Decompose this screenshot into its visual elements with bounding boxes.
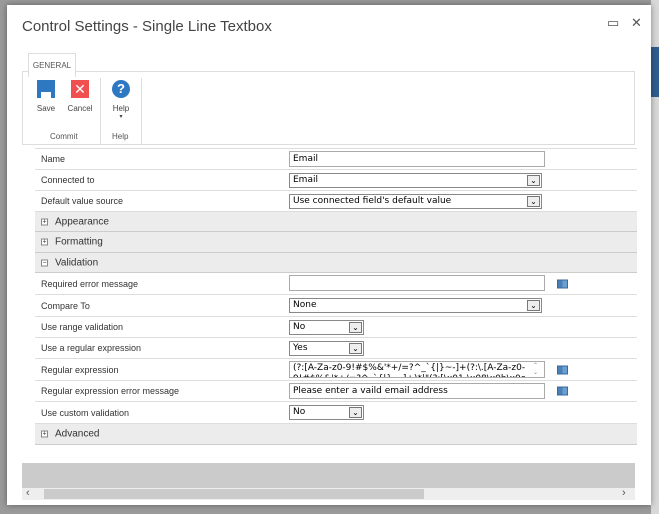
row-use-regex: Use a regular expression Yes ⌄ [35, 338, 637, 359]
chevron-down-icon: ⌄ [349, 343, 362, 354]
use-regex-value: Yes [293, 343, 308, 353]
chevron-down-icon: ⌄ [349, 322, 362, 333]
chevron-down-icon: ⌄ [527, 175, 540, 186]
control-settings-dialog: Control Settings - Single Line Textbox ▭… [7, 5, 651, 505]
row-connected: Connected to Email ⌄ [35, 170, 637, 191]
section-appearance[interactable]: + Appearance [35, 212, 637, 232]
range-select[interactable]: No ⌄ [289, 320, 364, 335]
background-page [651, 0, 659, 514]
save-icon [37, 80, 55, 98]
help-button[interactable]: ? Help ▾ [106, 80, 136, 120]
row-name: Name Email [35, 148, 637, 170]
custom-select[interactable]: No ⌄ [289, 405, 364, 420]
ribbon: Save ✕ Cancel ? Help ▾ Commit Help [22, 71, 635, 145]
use-regex-select[interactable]: Yes ⌄ [289, 341, 364, 356]
section-formatting[interactable]: + Formatting [35, 232, 637, 253]
formatting-label: Formatting [55, 236, 103, 248]
lookup-icon[interactable] [557, 279, 568, 288]
chevron-down-icon: ⌄ [527, 196, 540, 207]
compare-select[interactable]: None ⌄ [289, 298, 542, 313]
row-default-source: Default value source Use connected field… [35, 191, 637, 212]
use-regex-label: Use a regular expression [41, 343, 142, 353]
expand-icon[interactable]: + [41, 218, 48, 225]
required-msg-input[interactable] [289, 275, 545, 291]
custom-label: Use custom validation [41, 407, 130, 418]
expand-icon[interactable]: + [41, 238, 48, 246]
chevron-down-icon: ⌄ [349, 407, 362, 418]
save-label: Save [36, 104, 56, 113]
regex-msg-input[interactable]: Please enter a vaild email address [289, 383, 545, 399]
tab-general[interactable]: GENERAL [28, 53, 76, 77]
maximize-icon[interactable]: ▭ [607, 15, 619, 31]
custom-value: No [293, 407, 306, 417]
help-label: Help [112, 104, 130, 113]
name-label: Name [41, 154, 66, 164]
cancel-icon: ✕ [71, 80, 89, 98]
connected-label: Connected to [41, 175, 95, 185]
advanced-label: Advanced [55, 428, 100, 440]
textarea-scroll-arrows[interactable]: ⌃ ⌄ [533, 363, 538, 377]
horizontal-scrollbar[interactable]: ‹ › [22, 487, 635, 500]
default-source-select[interactable]: Use connected field's default value ⌄ [289, 194, 542, 209]
regex-textarea[interactable]: (?:[A-Za-z0-9!#$%&'*+/=?^_`{|}~-]+(?:\.[… [289, 361, 545, 378]
section-advanced[interactable]: + Advanced [35, 424, 637, 445]
row-range: Use range validation No ⌄ [35, 317, 637, 338]
close-icon[interactable]: ✕ [631, 15, 642, 31]
section-validation[interactable]: − Validation [35, 253, 637, 273]
collapse-icon[interactable]: − [41, 259, 48, 266]
save-button[interactable]: Save [31, 80, 61, 113]
validation-label: Validation [55, 257, 99, 268]
row-required-msg: Required error message [35, 273, 637, 295]
connected-select[interactable]: Email ⌄ [289, 173, 542, 188]
lookup-icon[interactable] [557, 365, 568, 374]
default-source-label: Default value source [41, 196, 124, 206]
compare-label: Compare To [41, 300, 90, 311]
range-value: No [293, 322, 306, 332]
dialog-footer [22, 463, 635, 488]
row-compare: Compare To None ⌄ [35, 295, 637, 317]
expand-icon[interactable]: + [41, 430, 48, 438]
regex-label: Regular expression [41, 364, 119, 375]
row-regex: Regular expression (?:[A-Za-z0-9!#$%&'*+… [35, 359, 637, 381]
connected-value: Email [293, 175, 318, 185]
default-source-value: Use connected field's default value [293, 196, 452, 206]
required-msg-label: Required error message [41, 278, 139, 289]
regex-msg-label: Regular expression error message [41, 386, 180, 396]
cancel-label: Cancel [67, 104, 93, 113]
appearance-label: Appearance [55, 216, 109, 227]
help-icon: ? [112, 80, 130, 98]
scrollbar-thumb[interactable] [44, 489, 424, 499]
dialog-title: Control Settings - Single Line Textbox [22, 18, 272, 35]
range-label: Use range validation [41, 322, 124, 332]
group-help-label: Help [112, 132, 129, 141]
cancel-button[interactable]: ✕ Cancel [65, 80, 95, 113]
group-commit-label: Commit [50, 132, 78, 141]
row-regex-msg: Regular expression error message Please … [35, 381, 637, 402]
scroll-right-icon[interactable]: › [622, 487, 626, 499]
chevron-down-icon: ⌄ [527, 300, 540, 311]
row-custom: Use custom validation No ⌄ [35, 402, 637, 424]
scroll-left-icon[interactable]: ‹ [26, 487, 30, 499]
compare-value: None [293, 300, 317, 310]
lookup-icon[interactable] [557, 386, 568, 396]
name-input[interactable]: Email [289, 151, 545, 167]
